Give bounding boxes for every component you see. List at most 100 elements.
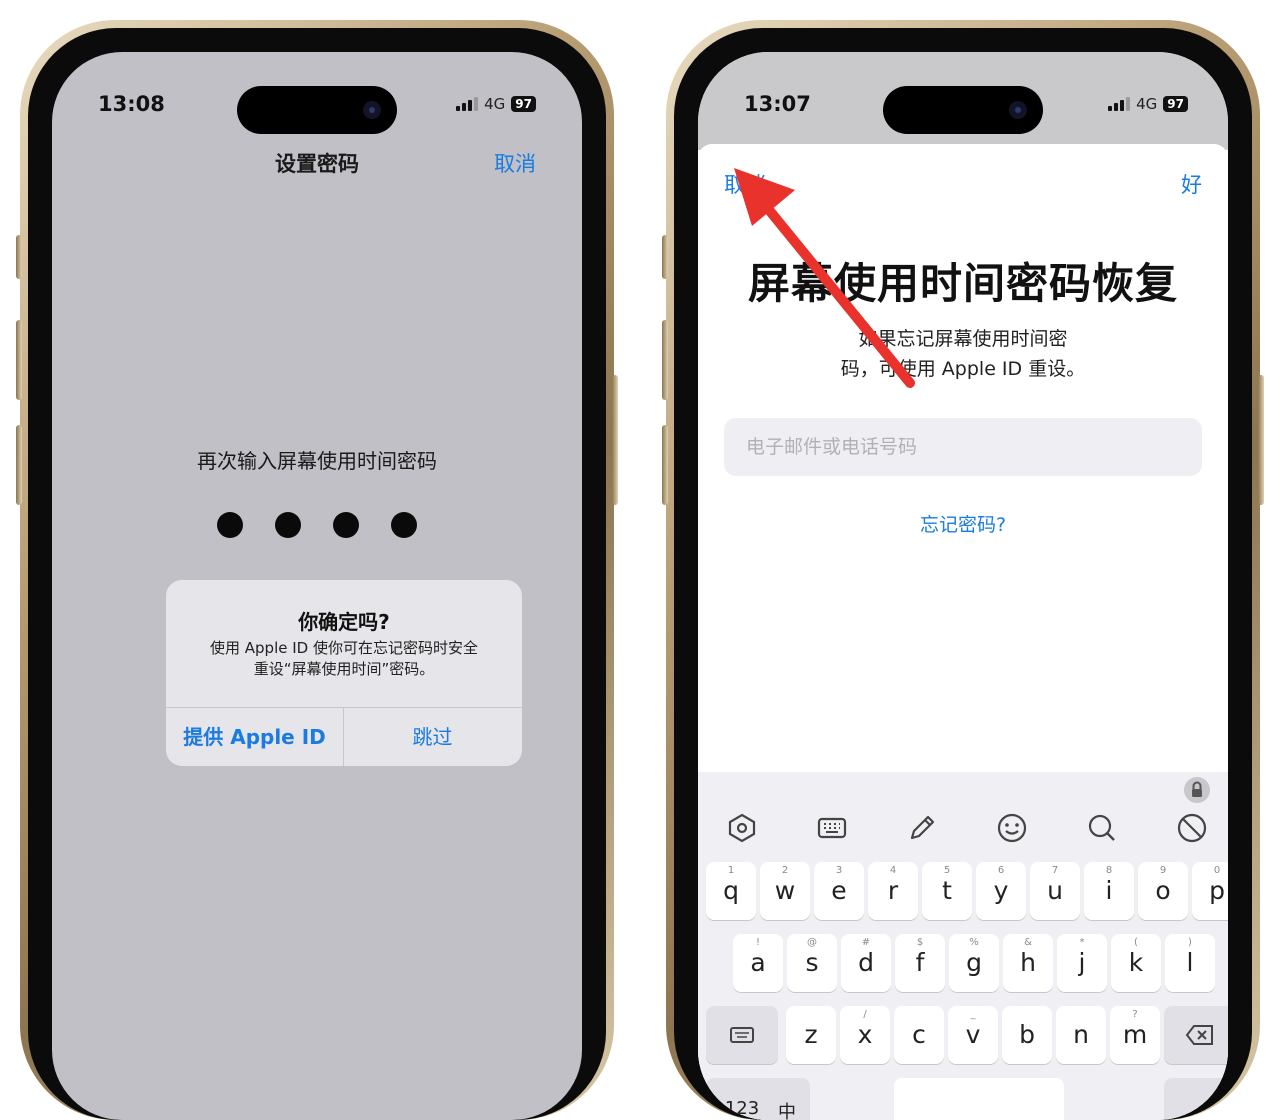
status-indicators: 4G 97 xyxy=(456,95,536,113)
dynamic-island xyxy=(237,86,397,134)
volume-down-button xyxy=(16,425,22,505)
key-q[interactable]: 1q xyxy=(706,862,756,920)
subtitle-line: 如果忘记屏幕使用时间密 xyxy=(858,328,1068,350)
camera-icon xyxy=(1009,101,1027,119)
key-sub-label: _ xyxy=(970,1009,976,1020)
key-sub-label: 0 xyxy=(1213,865,1221,876)
key-label: m xyxy=(1122,1020,1148,1049)
cancel-button[interactable]: 取消 xyxy=(494,148,536,178)
settings-hexagon-icon[interactable] xyxy=(726,812,758,844)
key-p[interactable]: 0p xyxy=(1192,862,1228,920)
right-screen: 13:07 4G 97 取消 好 屏幕使用时间密码恢复 如果忘记屏幕使用时间密 … xyxy=(698,52,1228,1120)
forgot-password-link[interactable]: 忘记密码? xyxy=(698,510,1228,537)
key-n[interactable]: n xyxy=(1056,1006,1106,1064)
abc-keyboard-icon xyxy=(730,1027,754,1043)
key-label: g xyxy=(966,948,982,977)
key-w[interactable]: 2w xyxy=(760,862,810,920)
key-i[interactable]: 8i xyxy=(1084,862,1134,920)
alert-message-line: 使用 Apple ID 使你可在忘记密码时安全 xyxy=(210,639,478,657)
key-s[interactable]: @ s xyxy=(787,934,837,992)
delete-key[interactable] xyxy=(1164,1006,1228,1064)
key-x[interactable]: / x xyxy=(840,1006,890,1064)
key-a[interactable]: ! a xyxy=(733,934,783,992)
keyboard-icon[interactable] xyxy=(816,812,848,844)
cancel-button[interactable]: 取消 xyxy=(724,169,766,199)
key-label: z xyxy=(804,1020,818,1049)
page-subtitle: 如果忘记屏幕使用时间密 码，可使用 Apple ID 重设。 xyxy=(808,324,1118,384)
key-sub-label: 7 xyxy=(1051,865,1059,876)
key-j[interactable]: * j xyxy=(1057,934,1107,992)
signal-icon xyxy=(1108,97,1131,111)
key-r[interactable]: 4r xyxy=(868,862,918,920)
key-e[interactable]: 3e xyxy=(814,862,864,920)
provide-apple-id-button[interactable]: 提供 Apple ID xyxy=(166,708,343,766)
camera-icon xyxy=(363,101,381,119)
key-y[interactable]: 6y xyxy=(976,862,1026,920)
left-screen: 13:08 4G 97 设置密码 取消 再次输入屏幕使用时间密码 你确定吗? 使… xyxy=(52,52,582,1120)
key-label: j xyxy=(1078,948,1086,977)
language-key[interactable]: 中 xyxy=(764,1078,810,1120)
action-button xyxy=(662,235,668,279)
key-t[interactable]: 5t xyxy=(922,862,972,920)
key-z[interactable]: z xyxy=(786,1006,836,1064)
key-u[interactable]: 7u xyxy=(1030,862,1080,920)
volume-down-button xyxy=(662,425,668,505)
key-f[interactable]: $ f xyxy=(895,934,945,992)
pencil-icon[interactable] xyxy=(906,812,938,844)
alert-title: 你确定吗? xyxy=(298,610,390,634)
email-or-phone-input[interactable]: 电子邮件或电话号码 xyxy=(724,418,1202,476)
key-sub-label: ? xyxy=(1132,1009,1138,1020)
key-label: l xyxy=(1186,948,1194,977)
search-icon[interactable] xyxy=(1086,812,1118,844)
ok-button[interactable]: 好 xyxy=(1181,169,1202,199)
key-sub-label: / xyxy=(863,1009,867,1020)
dynamic-island xyxy=(883,86,1043,134)
passcode-dot xyxy=(391,512,417,538)
volume-up-button xyxy=(16,320,22,400)
key-label: h xyxy=(1020,948,1036,977)
signal-icon xyxy=(456,97,479,111)
key-k[interactable]: (k xyxy=(1111,934,1161,992)
key-sub-label: 9 xyxy=(1159,865,1167,876)
key-sub-label: @ xyxy=(807,937,817,948)
key-label: k xyxy=(1128,948,1144,977)
lock-icon xyxy=(1184,777,1210,803)
key-l[interactable]: ) l xyxy=(1165,934,1215,992)
return-key[interactable] xyxy=(1164,1078,1228,1120)
key-sub-label: ( xyxy=(1134,937,1138,948)
alert-message: 使用 Apple ID 使你可在忘记密码时安全 重设“屏幕使用时间”密码。 xyxy=(188,638,500,680)
key-label: n xyxy=(1073,1020,1089,1049)
volume-up-button xyxy=(662,320,668,400)
key-h[interactable]: & h xyxy=(1003,934,1053,992)
power-button xyxy=(612,375,618,505)
key-label: p xyxy=(1209,876,1225,905)
status-time: 13:07 xyxy=(744,92,811,116)
key-v[interactable]: _ v xyxy=(948,1006,998,1064)
key-g[interactable]: % g xyxy=(949,934,999,992)
key-label: b xyxy=(1019,1020,1035,1049)
key-label: o xyxy=(1155,876,1171,905)
left-phone: 13:08 4G 97 设置密码 取消 再次输入屏幕使用时间密码 你确定吗? 使… xyxy=(16,20,618,1120)
key-sub-label: # xyxy=(861,937,871,948)
key-sub-label: * xyxy=(1079,937,1085,948)
key-c[interactable]: c xyxy=(894,1006,944,1064)
skip-button[interactable]: 跳过 xyxy=(344,708,521,766)
hide-keyboard-icon[interactable] xyxy=(1176,812,1208,844)
key-b[interactable]: b xyxy=(1002,1006,1052,1064)
keyboard-switch-key[interactable] xyxy=(706,1006,778,1064)
passcode-prompt: 再次输入屏幕使用时间密码 xyxy=(197,449,437,473)
network-label: 4G xyxy=(1136,95,1158,113)
status-indicators: 4G 97 xyxy=(1108,95,1188,113)
key-o[interactable]: 9o xyxy=(1138,862,1188,920)
space-key[interactable] xyxy=(894,1078,1064,1120)
key-sub-label: 1 xyxy=(727,865,735,876)
key-label: w xyxy=(774,876,796,905)
emoji-icon[interactable] xyxy=(996,812,1028,844)
key-label: d xyxy=(858,948,874,977)
key-label: 中 xyxy=(778,1102,796,1120)
key-m[interactable]: ? m xyxy=(1110,1006,1160,1064)
passcode-dots xyxy=(52,512,582,538)
key-d[interactable]: # d xyxy=(841,934,891,992)
key-label: s xyxy=(805,948,819,977)
key-label: c xyxy=(912,1020,926,1049)
